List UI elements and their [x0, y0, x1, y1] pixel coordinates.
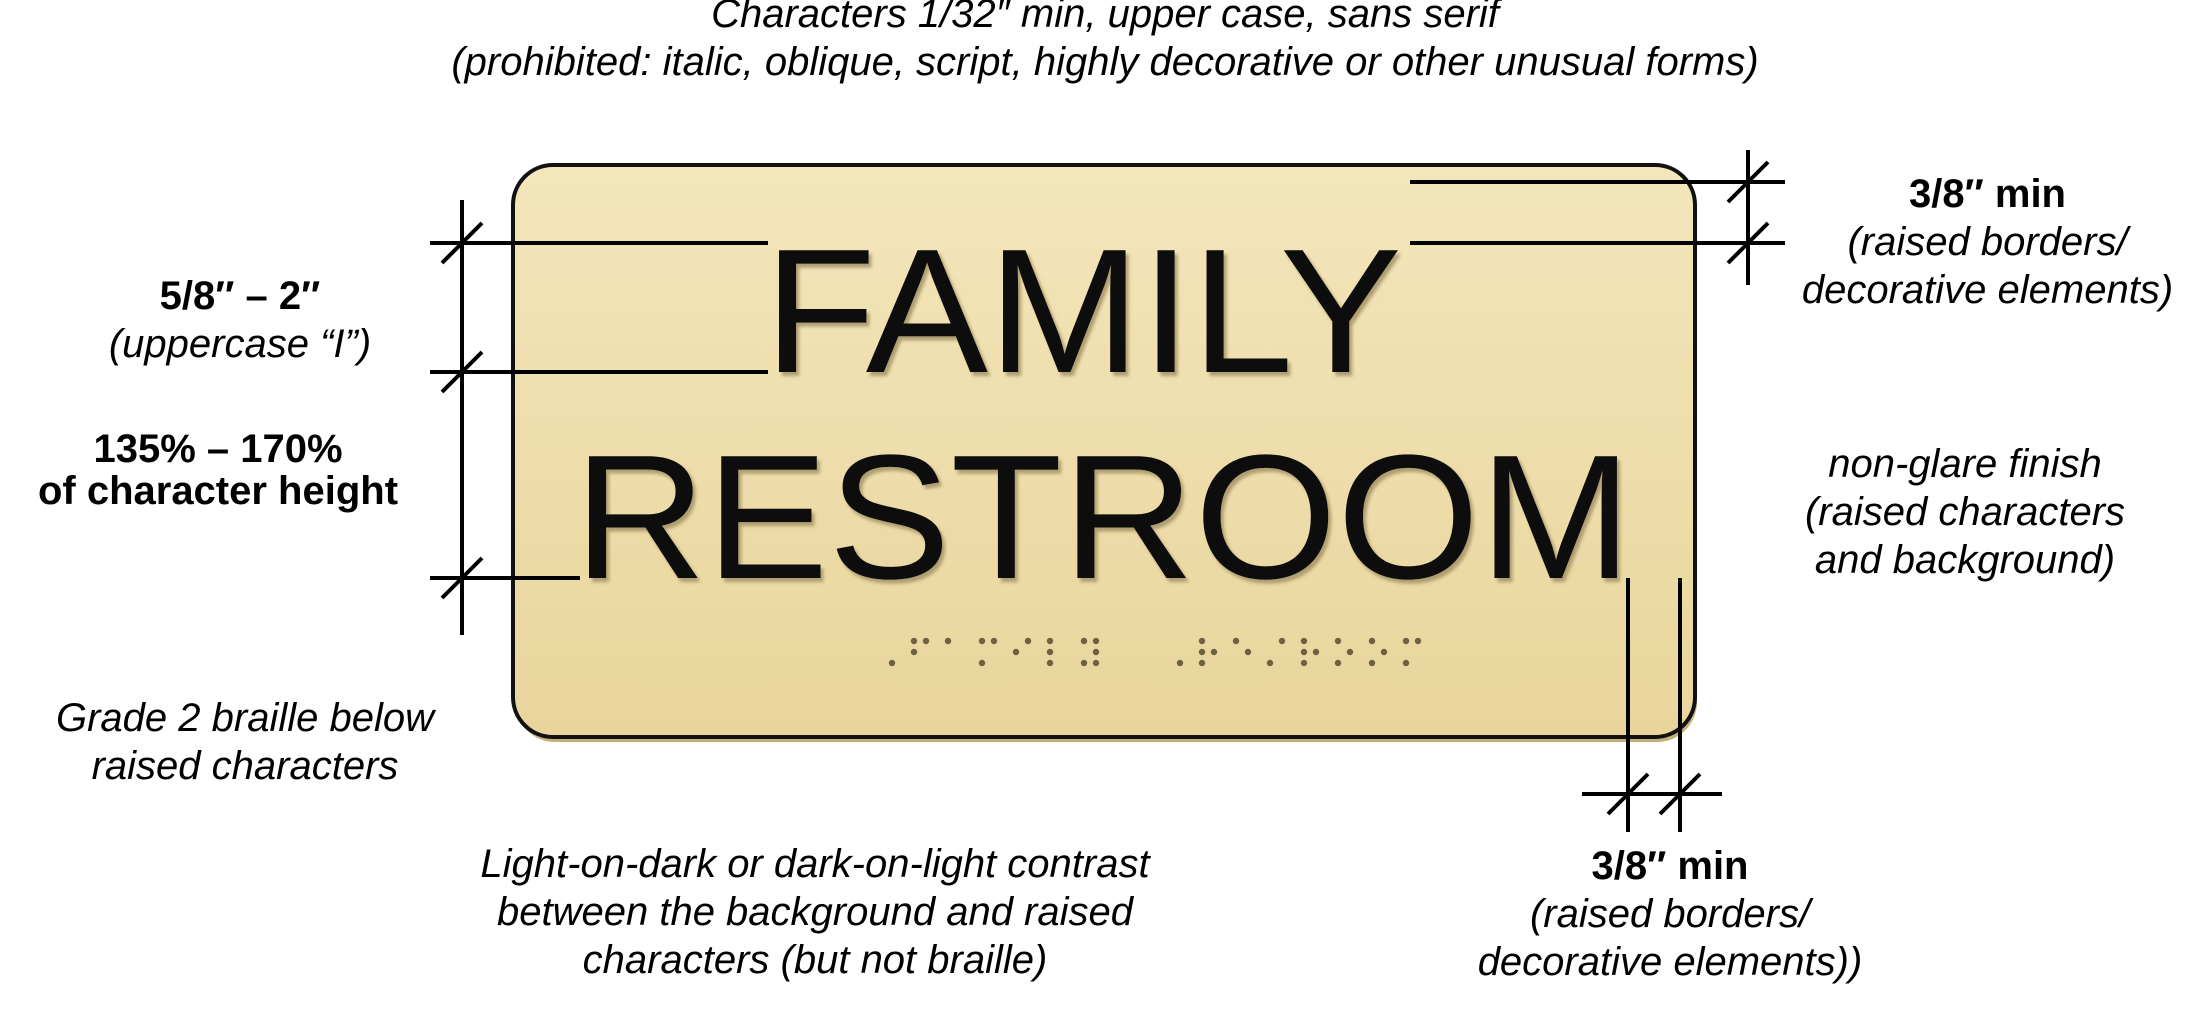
- braille-dot: [1046, 659, 1054, 667]
- braille-dot: [1092, 637, 1100, 645]
- border-top-value: 3/8″ min: [1909, 172, 2066, 216]
- braille-dot: [1198, 648, 1206, 656]
- braille-dot: [1046, 637, 1054, 645]
- braille-callout: Grade 2 braille below raised characters: [0, 694, 490, 790]
- braille-dot: [1024, 637, 1032, 645]
- line-spacing-note: of character height: [37, 469, 399, 513]
- char-height-callout: 5/8″ – 2″ (uppercase “I”): [40, 272, 440, 368]
- braille-dot: [1402, 659, 1410, 667]
- sign-line-family: FAMILY: [764, 212, 1402, 410]
- char-height-note: (uppercase “I”): [108, 322, 372, 366]
- braille-dot: [910, 648, 918, 656]
- braille-dot: [1278, 637, 1286, 645]
- border-bottom-line-1: (raised borders/: [1529, 892, 1811, 936]
- braille-dot: [1414, 637, 1422, 645]
- braille-dot: [1080, 637, 1088, 645]
- braille-dot: [1176, 659, 1184, 667]
- border-top-line-2: decorative elements): [1801, 268, 2174, 312]
- braille-dot: [1334, 659, 1342, 667]
- braille-dot: [1380, 648, 1388, 656]
- finish-line-3: and background): [1814, 538, 2116, 582]
- contrast-callout: Light-on-dark or dark-on-light contrast …: [380, 840, 1250, 984]
- finish-callout: non-glare finish (raised characters and …: [1755, 440, 2175, 584]
- braille-dot: [1346, 648, 1354, 656]
- braille-dot: [888, 659, 896, 667]
- braille-dot: [944, 637, 952, 645]
- braille-dot: [1092, 648, 1100, 656]
- braille-dot: [1368, 637, 1376, 645]
- braille-dot: [1312, 648, 1320, 656]
- header-line-2: (prohibited: italic, oblique, script, hi…: [451, 40, 1759, 84]
- braille-dot: [1046, 648, 1054, 656]
- braille-dot: [1092, 659, 1100, 667]
- braille-dot: [1232, 637, 1240, 645]
- braille-callout-line-1: Grade 2 braille below: [56, 696, 434, 740]
- braille-dot: [1402, 637, 1410, 645]
- braille-dot: [990, 637, 998, 645]
- border-bottom-line-2: decorative elements)): [1477, 940, 1863, 984]
- char-height-value: 5/8″ – 2″: [159, 274, 321, 318]
- braille-dot: [1080, 659, 1088, 667]
- contrast-line-2: between the background and raised: [496, 890, 1133, 934]
- header-annotation: Characters 1/32″ min, upper case, sans s…: [255, 0, 1955, 86]
- braille-dot: [1198, 637, 1206, 645]
- braille-dot: [1012, 648, 1020, 656]
- sign-line-restroom: RESTROOM: [574, 418, 1632, 616]
- braille-dot: [1300, 637, 1308, 645]
- border-top-line-1: (raised borders/: [1847, 220, 2128, 264]
- braille-callout-line-2: raised characters: [91, 744, 399, 788]
- braille-dot: [978, 659, 986, 667]
- braille-dot: [1210, 648, 1218, 656]
- braille-dot: [1266, 659, 1274, 667]
- contrast-line-1: Light-on-dark or dark-on-light contrast: [480, 842, 1150, 886]
- finish-line-2: (raised characters: [1804, 490, 2126, 534]
- braille-dot: [922, 637, 930, 645]
- braille-dot: [1368, 659, 1376, 667]
- braille-dot: [1300, 648, 1308, 656]
- braille-dot: [1334, 637, 1342, 645]
- finish-line-1: non-glare finish: [1828, 442, 2102, 486]
- border-bottom-value: 3/8″ min: [1591, 844, 1749, 888]
- line-spacing-value: 135% – 170%: [93, 427, 343, 471]
- braille-dot: [910, 637, 918, 645]
- header-line-1: Characters 1/32″ min, upper case, sans s…: [711, 0, 1499, 36]
- line-spacing-callout: 135% – 170% of character height: [0, 428, 436, 512]
- braille-dot: [1244, 648, 1252, 656]
- border-bottom-callout: 3/8″ min (raised borders/ decorative ele…: [1410, 842, 1930, 986]
- braille-dot: [1300, 659, 1308, 667]
- border-top-callout: 3/8″ min (raised borders/ decorative ele…: [1770, 170, 2205, 314]
- contrast-line-3: characters (but not braille): [582, 938, 1048, 982]
- braille-dot: [1198, 659, 1206, 667]
- braille-dot: [978, 637, 986, 645]
